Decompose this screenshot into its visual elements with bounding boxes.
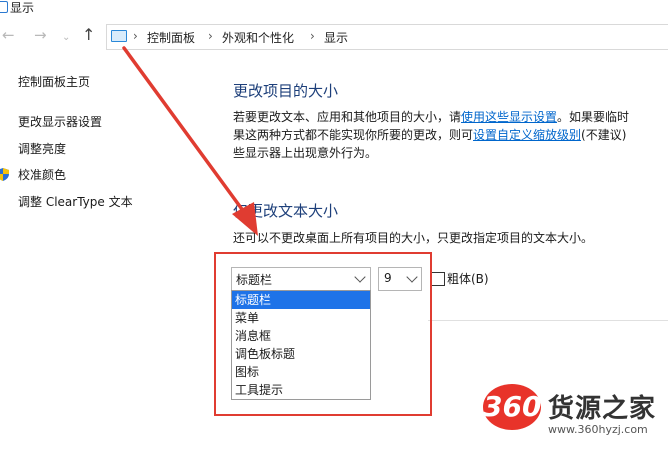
watermark-logo-text: 360 [483, 390, 542, 423]
watermark-url: www.360hyzj.com [548, 423, 648, 436]
watermark-name: 货源之家 [548, 394, 657, 424]
